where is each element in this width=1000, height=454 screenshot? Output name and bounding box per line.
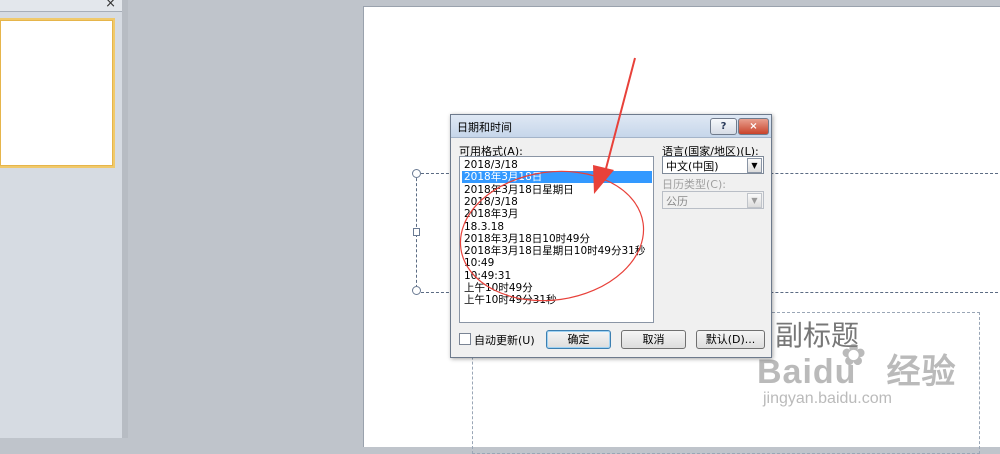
date-time-dialog: 日期和时间 ? × 可用格式(A): 2018/3/18 2018年3月18日 20…: [450, 114, 772, 358]
watermark-suffix: 经验: [886, 353, 957, 391]
list-item[interactable]: 2018/3/18: [462, 196, 652, 208]
slide-thumbnail[interactable]: [0, 18, 115, 168]
formats-listbox[interactable]: 2018/3/18 2018年3月18日 2018年3月18日星期日 2018/3/1…: [459, 156, 654, 323]
paw-icon: ✿: [841, 339, 867, 372]
list-item[interactable]: 2018年3月18日: [462, 171, 652, 184]
chevron-down-icon[interactable]: ▼: [747, 158, 762, 173]
language-value: 中文(中国): [666, 160, 719, 173]
baidu-watermark: Baidu 经验 ✿ jingyan.baidu.com: [757, 339, 957, 407]
list-item[interactable]: 18.3.18: [462, 221, 652, 233]
list-item[interactable]: 上午10时49分31秒: [462, 294, 652, 306]
calendar-type-label: 日历类型(C):: [662, 178, 726, 191]
dialog-title: 日期和时间: [457, 121, 512, 134]
auto-update-checkbox[interactable]: [459, 333, 471, 345]
ok-button[interactable]: 确定: [546, 330, 611, 349]
slides-panel: ×: [0, 0, 123, 438]
list-item[interactable]: 上午10时49分: [462, 282, 652, 294]
chevron-down-icon: ▼: [747, 193, 762, 208]
close-icon[interactable]: ×: [105, 0, 116, 11]
list-item[interactable]: 2018年3月18日10时49分: [462, 233, 652, 245]
list-item[interactable]: 2018年3月18日星期日10时49分31秒: [462, 245, 652, 257]
list-item[interactable]: 2018/3/18: [462, 159, 652, 171]
dialog-titlebar[interactable]: 日期和时间 ? ×: [451, 115, 771, 138]
list-item[interactable]: 10:49: [462, 257, 652, 269]
list-item[interactable]: 10:49:31: [462, 270, 652, 282]
resize-handle[interactable]: [413, 228, 420, 236]
calendar-type-select: 公历 ▼: [662, 191, 764, 209]
calendar-type-value: 公历: [666, 195, 688, 208]
auto-update-label: 自动更新(U): [474, 334, 535, 347]
close-button[interactable]: ×: [738, 118, 769, 135]
help-button[interactable]: ?: [710, 118, 737, 135]
list-item[interactable]: 2018年3月: [462, 208, 652, 220]
resize-handle[interactable]: [412, 286, 421, 295]
resize-handle[interactable]: [412, 169, 421, 178]
list-item[interactable]: 2018年3月18日星期日: [462, 184, 652, 196]
slides-panel-header: ×: [0, 0, 122, 12]
watermark-url: jingyan.baidu.com: [763, 390, 892, 407]
panel-splitter[interactable]: [122, 0, 128, 438]
language-select[interactable]: 中文(中国) ▼: [662, 156, 764, 174]
cancel-button[interactable]: 取消: [621, 330, 686, 349]
default-button[interactable]: 默认(D)...: [696, 330, 765, 349]
